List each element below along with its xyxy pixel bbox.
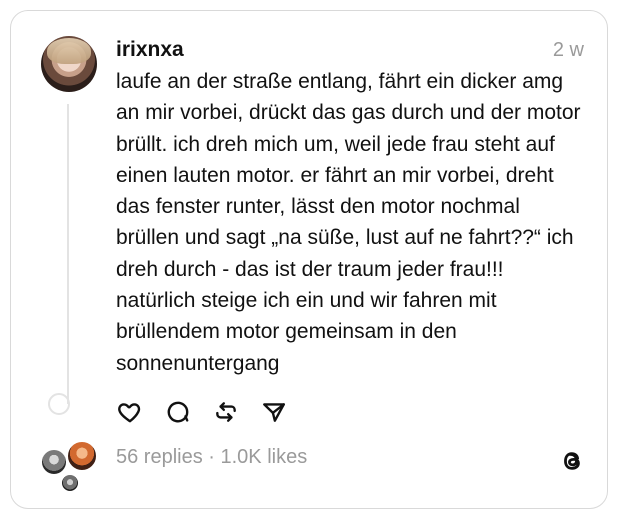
comment-icon[interactable]	[164, 398, 192, 426]
username[interactable]: irixnxa	[116, 38, 184, 62]
replier-avatar	[66, 440, 98, 472]
post-text: laufe an der straße entlang, fährt ein d…	[116, 70, 581, 375]
post-actions	[116, 398, 288, 426]
repost-icon[interactable]	[212, 398, 240, 426]
replier-avatars[interactable]	[40, 440, 110, 495]
threads-logo-icon[interactable]	[558, 447, 586, 475]
send-icon[interactable]	[260, 398, 288, 426]
thread-line	[67, 104, 69, 404]
avatar-hair	[47, 38, 91, 64]
replier-avatar	[40, 448, 68, 476]
replier-avatar	[60, 473, 80, 493]
post-stats[interactable]: 56 replies · 1.0K likes	[116, 446, 307, 469]
thread-loop-icon	[48, 393, 70, 415]
post-time: 2 w	[552, 39, 584, 61]
heart-icon[interactable]	[116, 398, 144, 426]
avatar[interactable]	[41, 36, 97, 92]
